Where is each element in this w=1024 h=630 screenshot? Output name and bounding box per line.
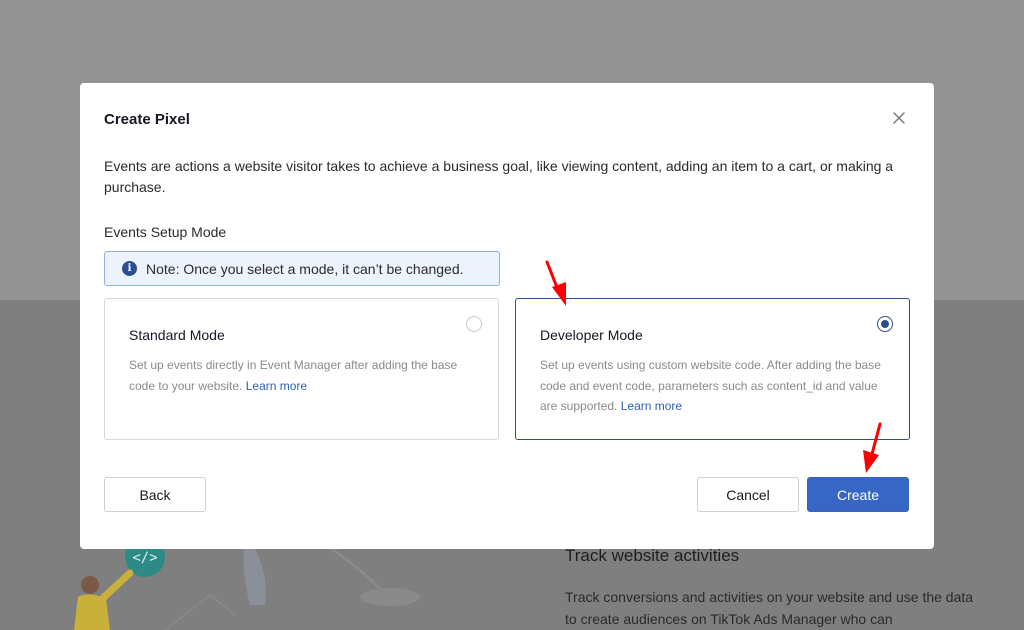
modal-description: Events are actions a website visitor tak… — [104, 158, 894, 195]
developer-mode-title: Developer Mode — [540, 327, 643, 343]
developer-mode-description: Set up events using custom website code.… — [540, 355, 890, 417]
standard-mode-radio[interactable] — [466, 316, 482, 332]
events-setup-mode-label: Events Setup Mode — [104, 224, 227, 240]
developer-mode-description-text: Set up events using custom website code.… — [540, 358, 881, 413]
standard-mode-title: Standard Mode — [129, 327, 225, 343]
developer-mode-card[interactable]: Developer Mode Set up events using custo… — [515, 298, 910, 440]
mode-note-banner: i Note: Once you select a mode, it can’t… — [104, 251, 500, 286]
standard-mode-description: Set up events directly in Event Manager … — [129, 355, 479, 396]
create-button[interactable]: Create — [807, 477, 909, 512]
note-text: Note: Once you select a mode, it can’t b… — [146, 260, 464, 277]
close-button[interactable] — [888, 107, 910, 129]
close-icon — [893, 112, 905, 124]
illustration-image: </> — [74, 535, 420, 630]
standard-learn-more-link[interactable]: Learn more — [246, 379, 307, 393]
developer-mode-radio[interactable] — [877, 316, 893, 332]
modal-title: Create Pixel — [104, 111, 190, 128]
developer-learn-more-link[interactable]: Learn more — [621, 399, 682, 413]
svg-text:</>: </> — [132, 550, 157, 566]
cancel-button[interactable]: Cancel — [697, 477, 799, 512]
info-icon: i — [122, 261, 137, 276]
create-pixel-modal: Create Pixel Events are actions a websit… — [80, 83, 934, 549]
back-button[interactable]: Back — [104, 477, 206, 512]
background-heading: Track website activities — [565, 546, 740, 565]
background-text: Track conversions and activities on your… — [565, 589, 974, 627]
standard-mode-card[interactable]: Standard Mode Set up events directly in … — [104, 298, 499, 440]
